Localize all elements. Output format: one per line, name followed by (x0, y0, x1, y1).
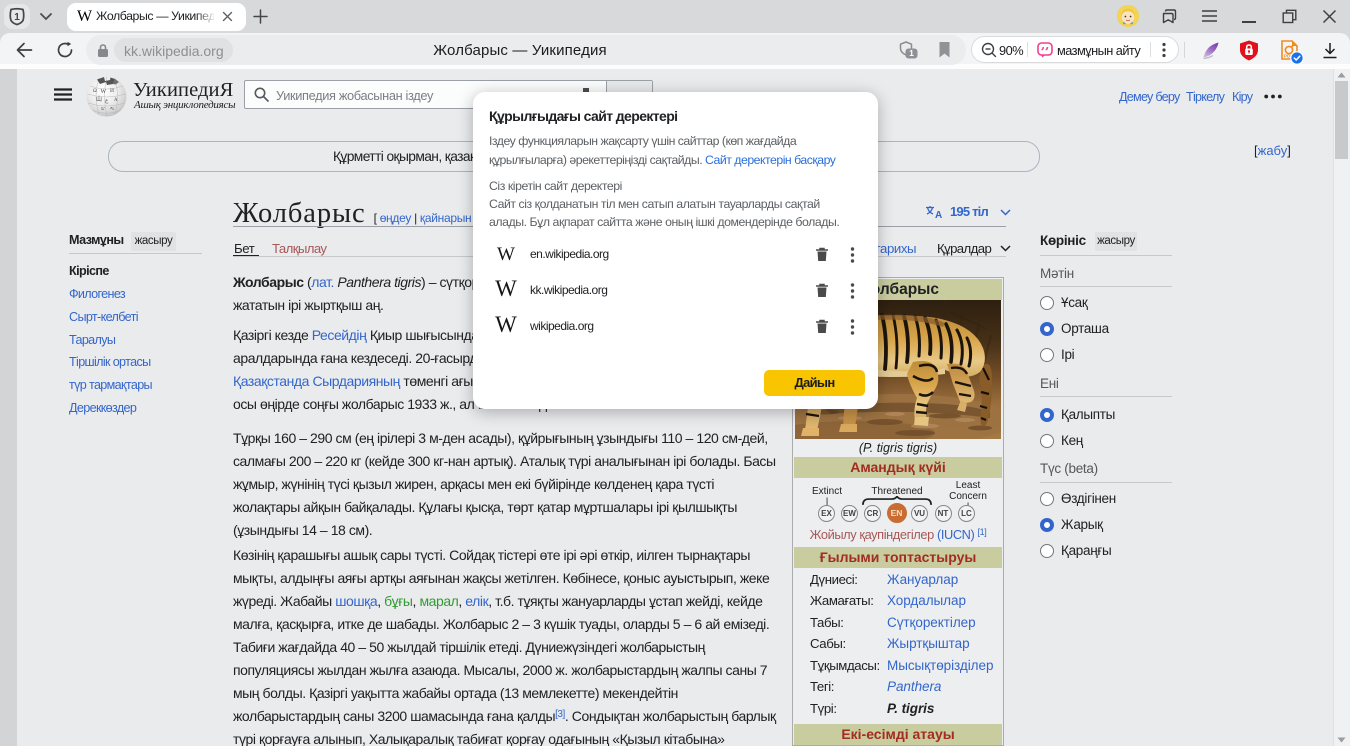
svg-text:ש: ש (101, 107, 105, 112)
svg-text:வ: வ (110, 105, 115, 110)
svg-text:A: A (935, 210, 942, 219)
svg-text:山: 山 (96, 95, 102, 103)
svg-text:W: W (101, 89, 107, 95)
svg-text:1: 1 (14, 12, 20, 23)
svg-text:И: И (110, 88, 114, 94)
svg-text:1: 1 (909, 48, 914, 58)
svg-text:А: А (114, 98, 118, 103)
svg-text:Ω: Ω (93, 89, 97, 94)
